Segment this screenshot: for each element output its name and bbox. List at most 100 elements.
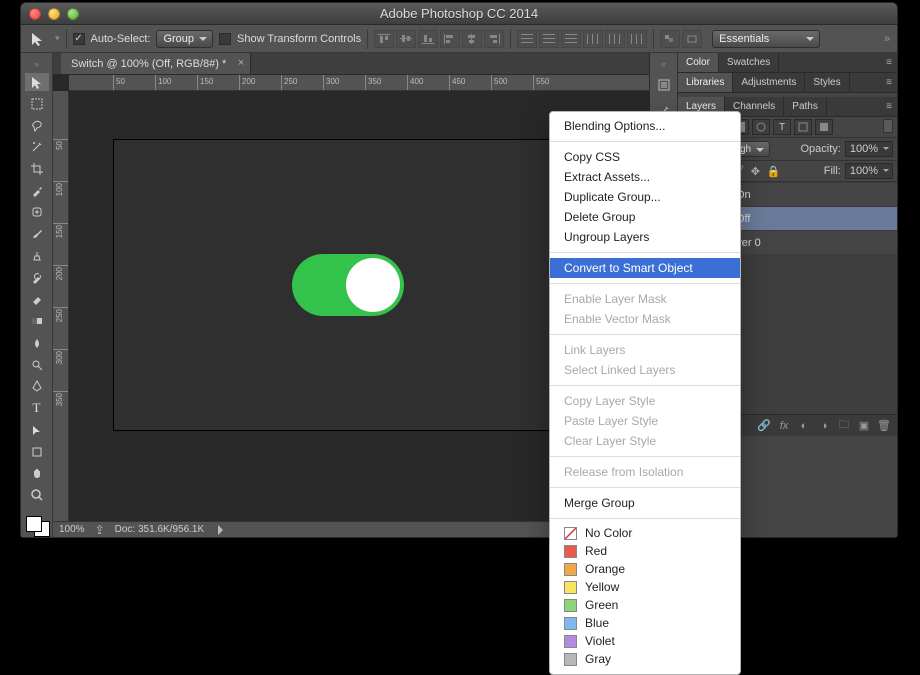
path-selection-tool[interactable] xyxy=(25,421,49,439)
menu-item[interactable]: Blending Options... xyxy=(550,116,740,136)
fill-label: Fill: xyxy=(824,165,841,177)
blur-tool[interactable] xyxy=(25,334,49,352)
lock-position-icon[interactable]: ✥ xyxy=(748,164,762,178)
dist-bottom-button[interactable] xyxy=(561,30,581,48)
dist-h-button[interactable] xyxy=(605,30,625,48)
filter-type-icon[interactable]: T xyxy=(773,119,791,135)
color-panel-tabs: Color Swatches ≡ xyxy=(678,53,897,73)
dist-top-button[interactable] xyxy=(517,30,537,48)
menu-item[interactable]: Merge Group xyxy=(550,493,740,513)
new-layer-icon[interactable]: ▣ xyxy=(857,419,871,433)
foreground-color[interactable] xyxy=(26,516,42,532)
ruler-vertical[interactable]: 50100150200250300350 xyxy=(53,91,69,521)
color-swatches[interactable] xyxy=(24,514,50,537)
move-tool-preset-icon[interactable] xyxy=(27,29,49,49)
link-layers-icon[interactable]: 🔗 xyxy=(757,419,771,433)
healing-brush-tool[interactable] xyxy=(25,204,49,222)
hand-tool[interactable] xyxy=(25,465,49,483)
color-swatch-icon xyxy=(564,527,577,540)
tab-libraries[interactable]: Libraries xyxy=(678,73,733,92)
status-menu-button[interactable] xyxy=(218,525,228,535)
ruler-horizontal[interactable]: 50100150200250300350400450500550 xyxy=(69,75,649,91)
share-icon[interactable]: ⇪ xyxy=(95,523,105,537)
filter-toggle[interactable] xyxy=(883,119,893,133)
menu-item[interactable]: Delete Group xyxy=(550,207,740,227)
auto-align-button[interactable] xyxy=(660,30,680,48)
marquee-tool[interactable] xyxy=(25,95,49,113)
menu-item[interactable]: Duplicate Group... xyxy=(550,187,740,207)
menu-item-color[interactable]: Green xyxy=(550,596,740,614)
3d-mode-button[interactable] xyxy=(682,30,702,48)
tab-swatches[interactable]: Swatches xyxy=(719,53,779,72)
zoom-tool[interactable] xyxy=(25,486,49,504)
fill-value[interactable]: 100% xyxy=(845,163,893,179)
switch-knob xyxy=(346,258,400,312)
show-transform-checkbox[interactable] xyxy=(219,33,231,45)
delete-layer-icon[interactable]: 🗑 xyxy=(877,419,891,433)
group-layers-icon[interactable]: 🗀 xyxy=(837,419,851,433)
workspace-dropdown[interactable]: Essentials xyxy=(712,30,820,48)
align-hcenter-button[interactable] xyxy=(462,30,482,48)
gradient-tool[interactable] xyxy=(25,312,49,330)
panel-menu-button[interactable]: ≡ xyxy=(881,73,897,92)
filter-smart-icon[interactable] xyxy=(815,119,833,135)
menu-item: Paste Layer Style xyxy=(550,411,740,431)
tab-adjustments[interactable]: Adjustments xyxy=(733,73,805,92)
dist-v-button[interactable] xyxy=(539,30,559,48)
close-tab-button[interactable]: × xyxy=(238,57,244,69)
dist-right-button[interactable] xyxy=(627,30,647,48)
expand-options-button[interactable]: » xyxy=(883,30,891,48)
document-tab[interactable]: Switch @ 100% (Off, RGB/8#) * × xyxy=(61,53,251,74)
align-right-button[interactable] xyxy=(484,30,504,48)
menu-item-color[interactable]: Violet xyxy=(550,632,740,650)
align-bottom-button[interactable] xyxy=(418,30,438,48)
tab-color[interactable]: Color xyxy=(678,53,719,72)
type-tool[interactable]: T xyxy=(25,399,49,417)
eyedropper-tool[interactable] xyxy=(25,182,49,200)
menu-item[interactable]: Convert to Smart Object xyxy=(550,258,740,278)
filter-shape-icon[interactable] xyxy=(794,119,812,135)
menu-item[interactable]: Extract Assets... xyxy=(550,167,740,187)
auto-select-label: Auto-Select: xyxy=(91,33,151,45)
layer-style-icon[interactable]: fx xyxy=(777,419,791,433)
color-swatch-icon xyxy=(564,545,577,558)
opacity-value[interactable]: 100% xyxy=(845,141,893,157)
menu-item[interactable]: Ungroup Layers xyxy=(550,227,740,247)
history-panel-icon[interactable] xyxy=(653,75,675,95)
dodge-tool[interactable] xyxy=(25,356,49,374)
align-left-button[interactable] xyxy=(440,30,460,48)
magic-wand-tool[interactable] xyxy=(25,138,49,156)
tab-styles[interactable]: Styles xyxy=(805,73,849,92)
dist-left-button[interactable] xyxy=(583,30,603,48)
menu-item-color[interactable]: Red xyxy=(550,542,740,560)
history-brush-tool[interactable] xyxy=(25,269,49,287)
menu-item-color[interactable]: Blue xyxy=(550,614,740,632)
auto-select-checkbox[interactable] xyxy=(73,33,85,45)
brush-tool[interactable] xyxy=(25,225,49,243)
menu-item-color[interactable]: Gray xyxy=(550,650,740,668)
filter-adjustment-icon[interactable] xyxy=(752,119,770,135)
menu-item: Select Linked Layers xyxy=(550,360,740,380)
lasso-tool[interactable] xyxy=(25,117,49,135)
pen-tool[interactable] xyxy=(25,378,49,396)
menu-item-color[interactable]: Yellow xyxy=(550,578,740,596)
zoom-level[interactable]: 100% xyxy=(59,524,85,535)
tab-paths[interactable]: Paths xyxy=(784,97,827,116)
auto-select-dropdown[interactable]: Group xyxy=(156,30,213,48)
eraser-tool[interactable] xyxy=(25,291,49,309)
menu-item[interactable]: Copy CSS xyxy=(550,147,740,167)
lock-all-icon[interactable]: 🔒 xyxy=(766,164,780,178)
menu-item-color[interactable]: Orange xyxy=(550,560,740,578)
shape-tool[interactable] xyxy=(25,443,49,461)
panel-menu-button[interactable]: ≡ xyxy=(881,97,897,116)
crop-tool[interactable] xyxy=(25,160,49,178)
canvas[interactable] xyxy=(113,139,583,431)
menu-item-color[interactable]: No Color xyxy=(550,524,740,542)
adjustment-layer-icon[interactable]: ◑ xyxy=(817,419,831,433)
panel-menu-button[interactable]: ≡ xyxy=(881,53,897,72)
layer-mask-icon[interactable]: ◐ xyxy=(797,419,811,433)
clone-stamp-tool[interactable] xyxy=(25,247,49,265)
move-tool[interactable] xyxy=(25,73,49,91)
align-top-button[interactable] xyxy=(374,30,394,48)
align-vcenter-button[interactable] xyxy=(396,30,416,48)
